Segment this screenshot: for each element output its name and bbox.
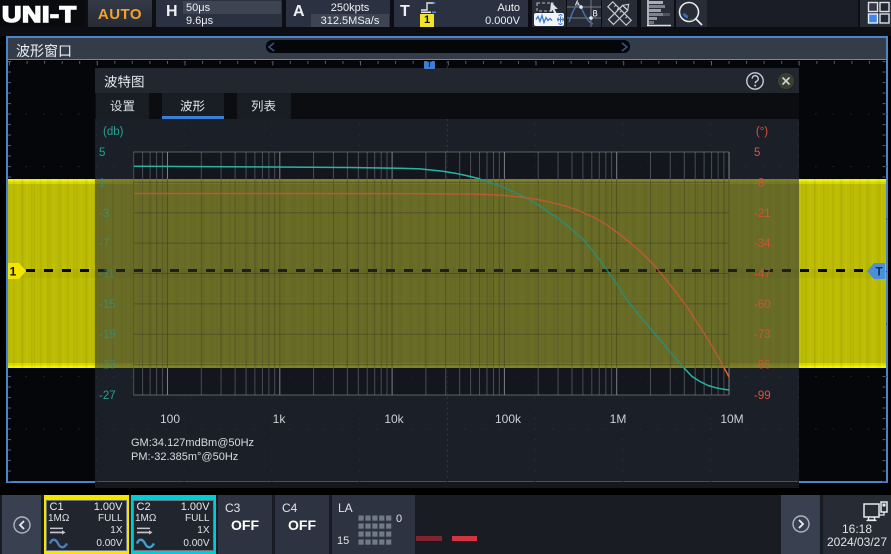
svg-text:-34: -34 <box>754 238 771 250</box>
svg-text:PM:-32.385m°@50Hz: PM:-32.385m°@50Hz <box>131 451 238 463</box>
svg-text:5: 5 <box>754 147 760 159</box>
svg-text:5: 5 <box>99 147 105 159</box>
svg-text:(db): (db) <box>103 126 124 138</box>
svg-text:100k: 100k <box>495 412 522 426</box>
svg-text:-11: -11 <box>99 269 115 281</box>
svg-text:-8: -8 <box>754 177 764 189</box>
svg-text:-3: -3 <box>99 208 109 220</box>
svg-text:-23: -23 <box>99 360 116 372</box>
svg-text:1: 1 <box>99 177 105 189</box>
svg-text:100: 100 <box>160 412 180 426</box>
svg-text:-27: -27 <box>99 390 116 402</box>
svg-text:10M: 10M <box>720 412 743 426</box>
svg-text:(°): (°) <box>756 126 768 138</box>
svg-text:-21: -21 <box>754 208 771 220</box>
svg-text:GM:34.127mdBm@50Hz: GM:34.127mdBm@50Hz <box>131 437 254 449</box>
svg-text:1M: 1M <box>610 412 627 426</box>
svg-text:1k: 1k <box>273 412 287 426</box>
svg-text:10k: 10k <box>384 412 404 426</box>
svg-text:-60: -60 <box>754 299 771 311</box>
svg-text:-86: -86 <box>754 360 771 372</box>
svg-text:-15: -15 <box>99 299 116 311</box>
svg-text:-19: -19 <box>99 329 116 341</box>
svg-text:-47: -47 <box>754 269 771 281</box>
svg-text:-73: -73 <box>754 329 771 341</box>
svg-text:-7: -7 <box>99 238 109 250</box>
svg-text:-99: -99 <box>754 390 771 402</box>
